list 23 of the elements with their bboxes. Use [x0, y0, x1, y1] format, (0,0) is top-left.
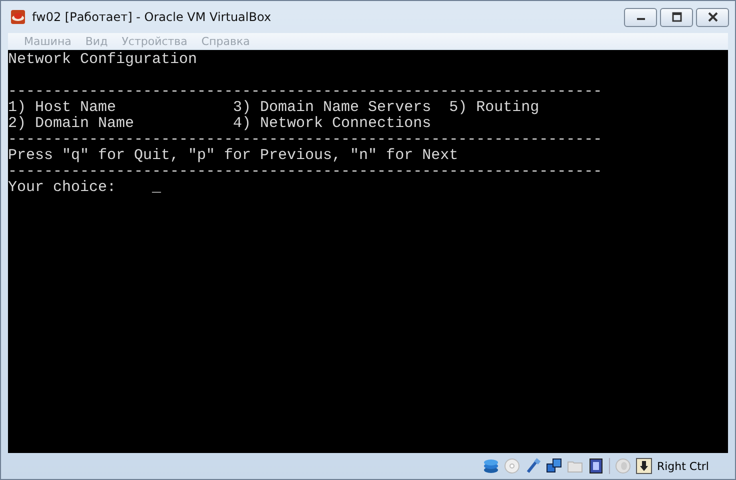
chip-icon — [588, 458, 604, 474]
maximize-icon — [670, 12, 682, 22]
console-line: Network Configuration — [8, 51, 198, 68]
close-icon — [706, 12, 718, 22]
console-line: ------------------------------------------------------------------ — [8, 163, 602, 180]
maximize-button[interactable] — [660, 8, 693, 26]
usb-plug-icon — [524, 458, 541, 474]
app-icon — [10, 9, 26, 25]
close-button[interactable] — [696, 8, 729, 26]
arrow-down-icon — [636, 458, 652, 474]
console-line: Your choice: _ — [8, 179, 162, 196]
console-line: Press "q" for Quit, "p" for Previous, "n" for Next — [8, 147, 458, 164]
mouse-icon — [614, 458, 631, 474]
console-line: ------------------------------------------------------------------ — [8, 131, 602, 148]
minimize-button[interactable] — [624, 8, 657, 26]
network-icon — [546, 458, 562, 474]
window-title: fw02 [Работает] - Oracle VM VirtualBox — [32, 10, 272, 24]
console-line: ------------------------------------------------------------------ — [8, 83, 602, 100]
console-line: 1) Host Name 3) Domain Name Servers 5) Routing — [8, 99, 540, 116]
disc-icon — [504, 458, 520, 474]
console-line: 2) Domain Name 4) Network Connections — [8, 115, 432, 132]
hard-disk-icon — [482, 458, 499, 474]
host-key-label: Right Ctrl — [656, 460, 709, 472]
